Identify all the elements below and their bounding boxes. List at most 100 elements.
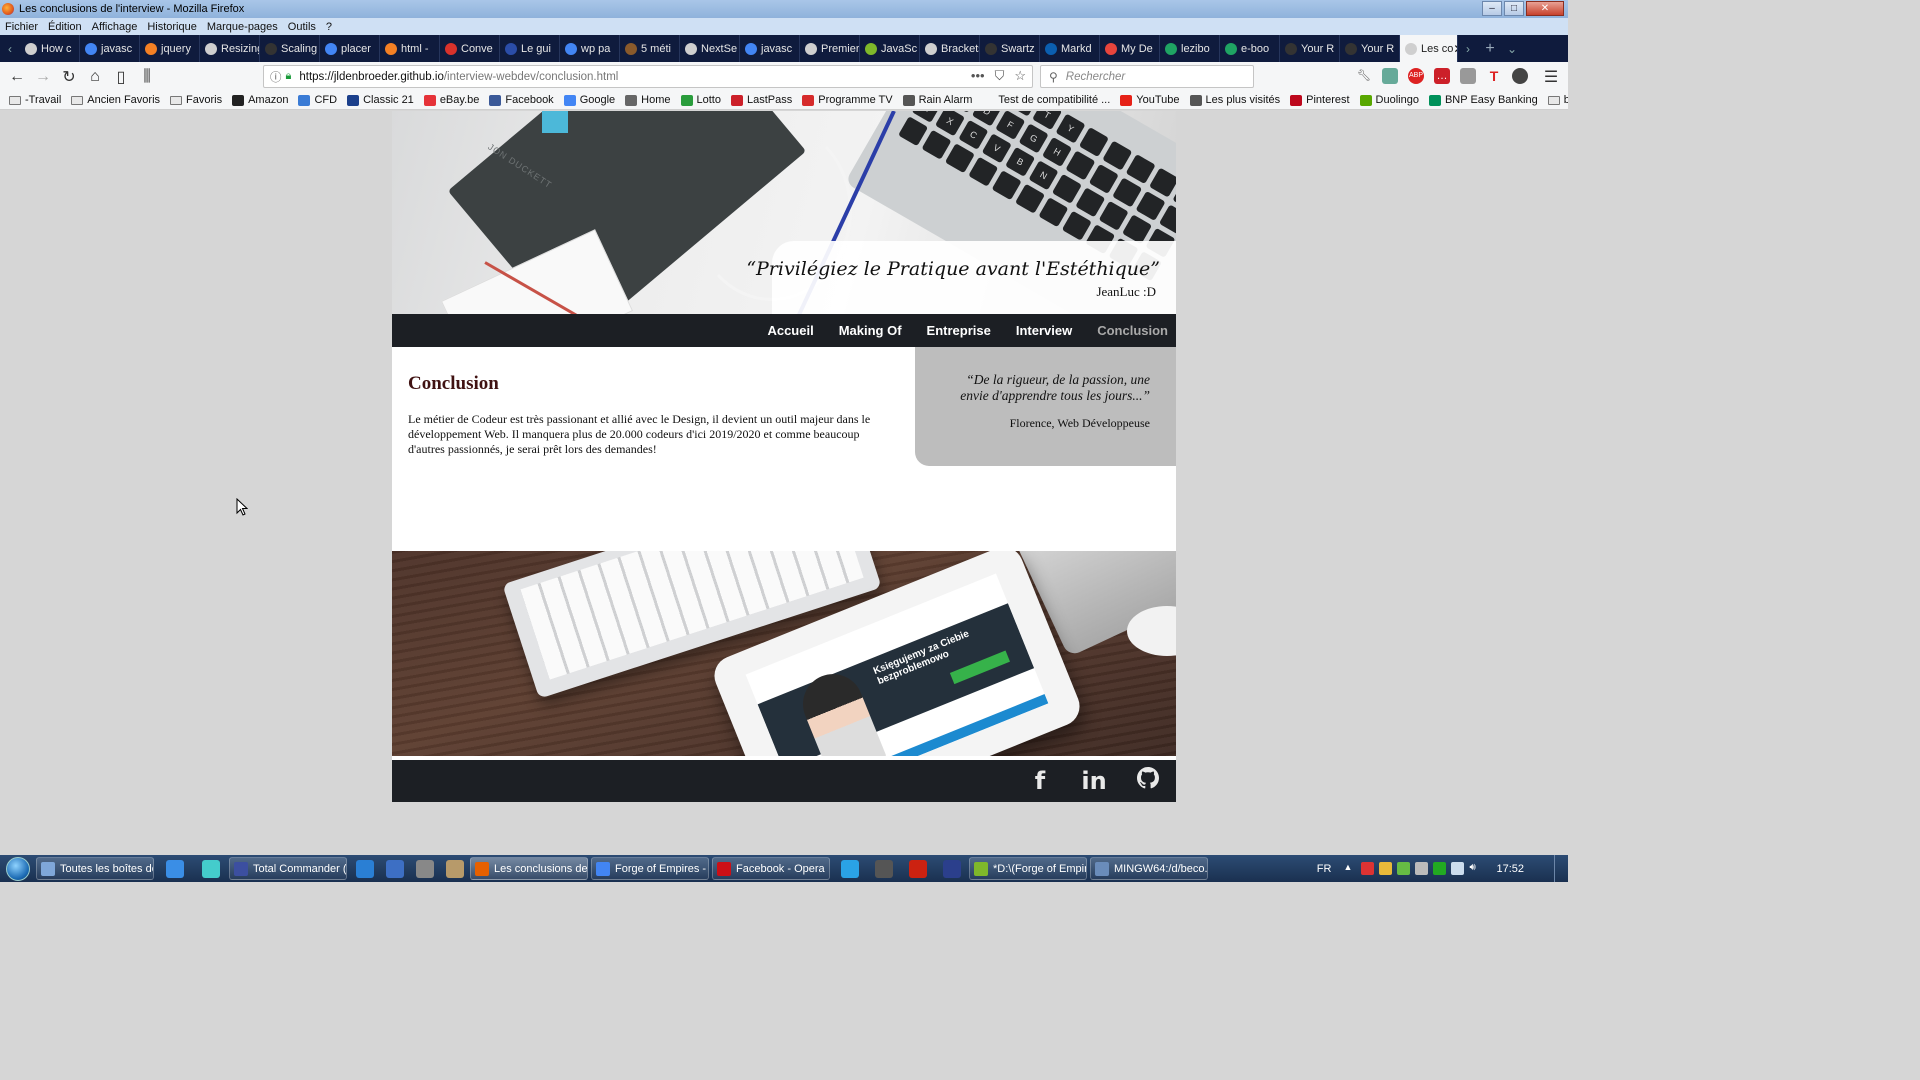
tab[interactable]: html - <box>380 35 440 62</box>
tab[interactable]: Premiers p <box>800 35 860 62</box>
tab[interactable]: wp pa <box>560 35 620 62</box>
tab-scroll-right-icon[interactable]: › <box>1458 35 1478 62</box>
tab[interactable]: Resizing th <box>200 35 260 62</box>
bookmark-item[interactable]: -Travail <box>9 94 61 106</box>
tab[interactable]: NextSe <box>680 35 740 62</box>
page-actions-icon[interactable]: ••• <box>971 68 985 84</box>
tab[interactable]: jquery <box>140 35 200 62</box>
tab[interactable]: Brackets Ex <box>920 35 980 62</box>
nav-accueil[interactable]: Accueil <box>767 323 813 338</box>
taskbar-window-button[interactable]: Toutes les boîtes de... <box>36 857 154 880</box>
search-input[interactable]: ⚲ Rechercher <box>1040 65 1254 88</box>
reader-extension-icon[interactable] <box>1460 68 1476 84</box>
taskbar-browser-icon[interactable] <box>356 859 374 878</box>
new-tab-button[interactable]: + <box>1478 35 1502 62</box>
bookmark-item[interactable]: Favoris <box>170 94 222 106</box>
bookmark-item[interactable]: CFD <box>298 94 337 106</box>
adblock-icon[interactable]: ABP <box>1408 68 1424 84</box>
nav-making-of[interactable]: Making Of <box>839 323 902 338</box>
tab[interactable]: lezibo <box>1160 35 1220 62</box>
users-extension-icon[interactable] <box>1512 68 1528 84</box>
nav-entreprise[interactable]: Entreprise <box>927 323 991 338</box>
text-extension-icon[interactable]: T <box>1486 68 1502 84</box>
bookmark-item[interactable]: eBay.be <box>423 94 479 106</box>
menu-historique[interactable]: Historique <box>147 21 197 33</box>
taskbar-window-button[interactable]: *D:\(Forge of Empir... <box>969 857 1087 880</box>
tab[interactable]: How c <box>20 35 80 62</box>
clock[interactable]: 17:52 <box>1496 863 1524 875</box>
close-window-button[interactable]: ✕ <box>1526 1 1564 16</box>
bookmark-item[interactable]: BNP Easy Banking <box>1428 94 1538 106</box>
tab[interactable]: Conve <box>440 35 500 62</box>
bookmark-item[interactable]: Les plus visités <box>1189 94 1280 106</box>
bookmark-item[interactable]: Home <box>625 94 671 106</box>
home-button[interactable]: ⌂ <box>82 65 108 89</box>
tab[interactable]: javasc <box>740 35 800 62</box>
tray-expand-icon[interactable]: ▲ <box>1343 862 1356 875</box>
tab[interactable]: Markd <box>1040 35 1100 62</box>
taskbar-w-icon[interactable] <box>875 859 893 878</box>
url-bar[interactable]: ⓘ 🔒︎ https://jldenbroeder.github.io /int… <box>263 65 1033 88</box>
menu-marque-pages[interactable]: Marque-pages <box>207 21 278 33</box>
extension-grid-icon[interactable] <box>1382 68 1398 84</box>
wrench-icon[interactable]: 🔧︎ <box>1356 68 1372 84</box>
tab[interactable]: Swartz <box>980 35 1040 62</box>
menu-help[interactable]: ? <box>326 21 332 33</box>
taskbar-pdf-icon[interactable] <box>909 859 927 878</box>
bookmark-item[interactable]: Lotto <box>680 94 721 106</box>
start-button[interactable] <box>0 855 36 882</box>
tray-check-icon[interactable] <box>1433 862 1447 875</box>
hamburger-menu-icon[interactable]: ☰ <box>1538 65 1564 89</box>
forward-button[interactable]: → <box>30 65 56 89</box>
bookmark-item[interactable]: Google <box>563 94 615 106</box>
menu-outils[interactable]: Outils <box>288 21 316 33</box>
tray-folder-icon[interactable] <box>1379 862 1393 875</box>
github-icon[interactable] <box>1132 766 1164 796</box>
tab[interactable]: e-boo <box>1220 35 1280 62</box>
bookmark-item[interactable]: LastPass <box>730 94 792 106</box>
bookmark-item[interactable]: Pinterest <box>1290 94 1350 106</box>
tab[interactable]: Your R <box>1280 35 1340 62</box>
maximize-button[interactable]: □ <box>1504 1 1524 16</box>
lastpass-extension-icon[interactable]: … <box>1434 68 1450 84</box>
info-icon[interactable]: ⓘ <box>270 69 282 85</box>
tray-battery-icon[interactable] <box>1415 862 1429 875</box>
show-desktop-button[interactable] <box>1554 855 1568 882</box>
bookmark-item[interactable]: Test de compatibilité ... <box>982 94 1110 106</box>
taskbar-window-button[interactable]: Facebook - Opera <box>712 857 830 880</box>
bookmark-item[interactable]: Classic 21 <box>347 94 414 106</box>
tab[interactable]: placer <box>320 35 380 62</box>
tray-volume-icon[interactable]: 🔊︎ <box>1469 862 1482 875</box>
menu-fichier[interactable]: Fichier <box>5 21 38 33</box>
menu-edition[interactable]: Édition <box>48 21 82 33</box>
tray-app-icon[interactable] <box>1361 862 1375 875</box>
language-indicator[interactable]: FR <box>1317 863 1332 875</box>
tab[interactable]: Your R <box>1340 35 1400 62</box>
taskbar-window-button[interactable]: MINGW64:/d/beco... <box>1090 857 1208 880</box>
nav-conclusion[interactable]: Conclusion <box>1097 323 1168 338</box>
tab[interactable]: 5 méti <box>620 35 680 62</box>
menu-affichage[interactable]: Affichage <box>92 21 138 33</box>
bookmark-item[interactable]: Facebook <box>489 94 554 106</box>
nav-interview[interactable]: Interview <box>1016 323 1072 338</box>
tab-scroll-left-icon[interactable]: ‹ <box>0 35 20 62</box>
bookmark-item[interactable]: YouTube <box>1120 94 1180 106</box>
tab-active[interactable]: Les co✕ <box>1400 35 1458 62</box>
tab[interactable]: Le gui <box>500 35 560 62</box>
taskbar-window-button[interactable]: Les conclusions de ... <box>470 857 588 880</box>
bookmark-item[interactable]: Programme TV <box>802 94 893 106</box>
bookmark-item[interactable]: Rain Alarm <box>902 94 972 106</box>
pocket-icon[interactable]: ⛉ <box>995 68 1005 84</box>
taskbar-ie-icon[interactable] <box>166 859 184 878</box>
bookmark-item[interactable]: Duolingo <box>1359 94 1419 106</box>
taskbar-window-button[interactable]: Forge of Empires - ... <box>591 857 709 880</box>
taskbar-window-button[interactable]: Total Commander (... <box>229 857 347 880</box>
tray-security-icon[interactable] <box>1397 862 1411 875</box>
bookmark-item[interactable]: Ancien Favoris <box>71 94 160 106</box>
minimize-button[interactable]: – <box>1482 1 1502 16</box>
taskbar-app-icon[interactable] <box>386 859 404 878</box>
tab-list-dropdown-icon[interactable]: ⌄ <box>1502 35 1522 62</box>
taskbar-star-icon[interactable] <box>202 859 220 878</box>
linkedin-icon[interactable]: in <box>1078 767 1110 795</box>
tray-network-icon[interactable] <box>1451 862 1465 875</box>
